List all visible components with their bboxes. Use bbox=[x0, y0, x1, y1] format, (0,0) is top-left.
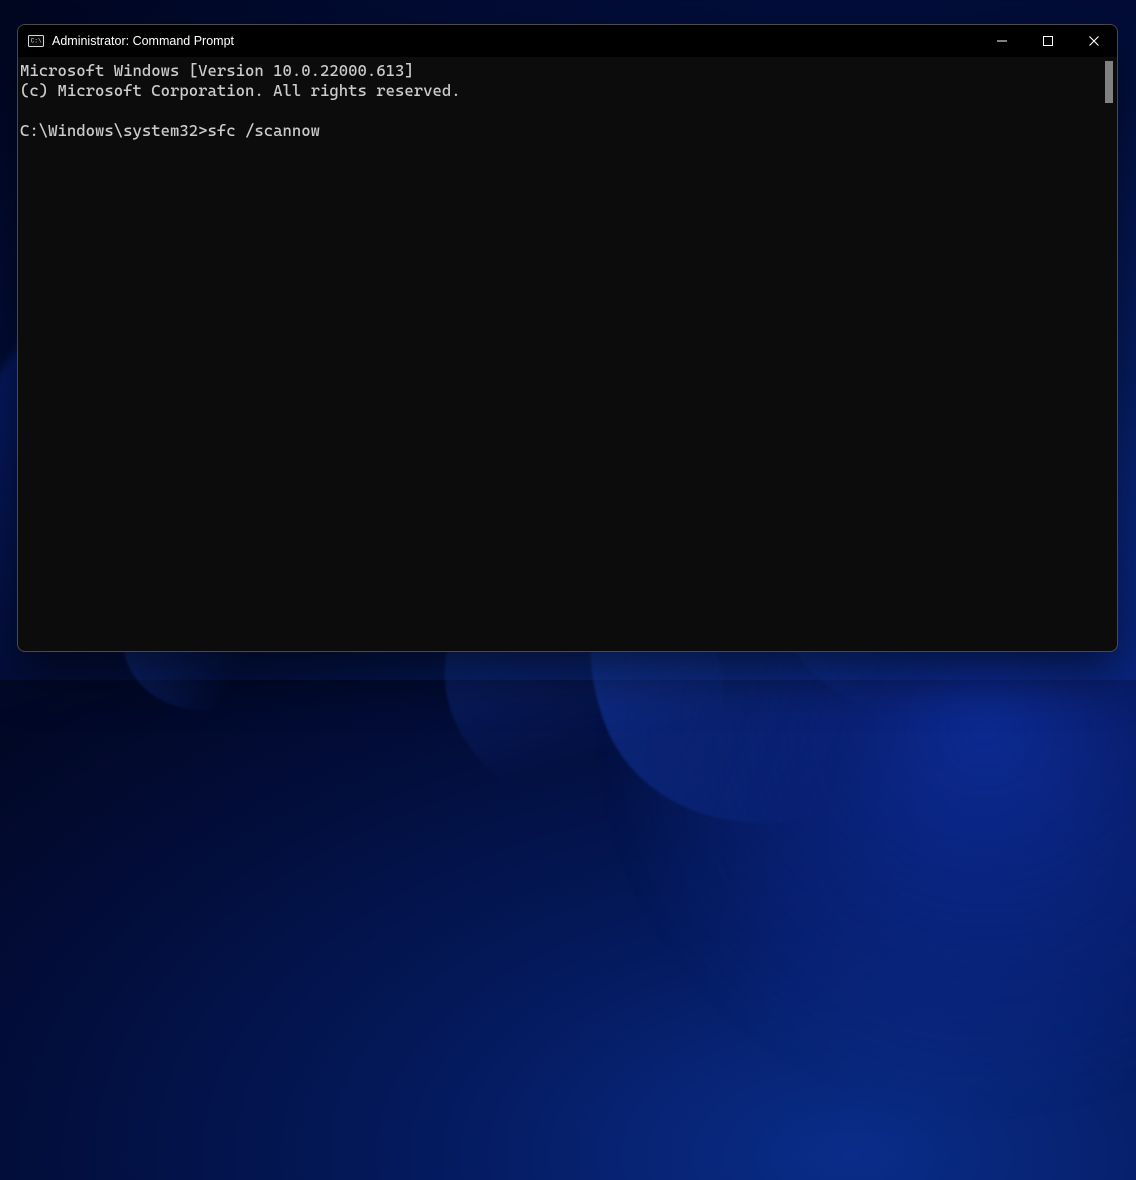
typed-command[interactable]: sfc /scannow bbox=[208, 121, 321, 140]
title-left: C:\ Administrator: Command Prompt bbox=[18, 33, 979, 49]
maximize-icon bbox=[1043, 36, 1053, 46]
scrollbar-track[interactable] bbox=[1105, 61, 1115, 647]
minimize-icon bbox=[997, 36, 1007, 46]
close-icon bbox=[1089, 36, 1099, 46]
svg-text:C:\: C:\ bbox=[31, 38, 42, 45]
output-line-copyright: (c) Microsoft Corporation. All rights re… bbox=[20, 81, 461, 100]
prompt-line: C:\Windows\system32>sfc /scannow bbox=[20, 121, 320, 140]
terminal-output[interactable]: Microsoft Windows [Version 10.0.22000.61… bbox=[18, 57, 1117, 651]
minimize-button[interactable] bbox=[979, 25, 1025, 57]
cmd-app-icon: C:\ bbox=[28, 33, 44, 49]
window-controls bbox=[979, 25, 1117, 57]
close-button[interactable] bbox=[1071, 25, 1117, 57]
output-line-version: Microsoft Windows [Version 10.0.22000.61… bbox=[20, 61, 414, 80]
maximize-button[interactable] bbox=[1025, 25, 1071, 57]
prompt-path: C:\Windows\system32> bbox=[20, 121, 208, 140]
scrollbar-thumb[interactable] bbox=[1105, 61, 1113, 103]
command-prompt-window: C:\ Administrator: Command Prompt bbox=[17, 24, 1118, 652]
terminal-area[interactable]: Microsoft Windows [Version 10.0.22000.61… bbox=[18, 57, 1117, 651]
titlebar[interactable]: C:\ Administrator: Command Prompt bbox=[18, 25, 1117, 57]
window-title: Administrator: Command Prompt bbox=[52, 34, 234, 48]
